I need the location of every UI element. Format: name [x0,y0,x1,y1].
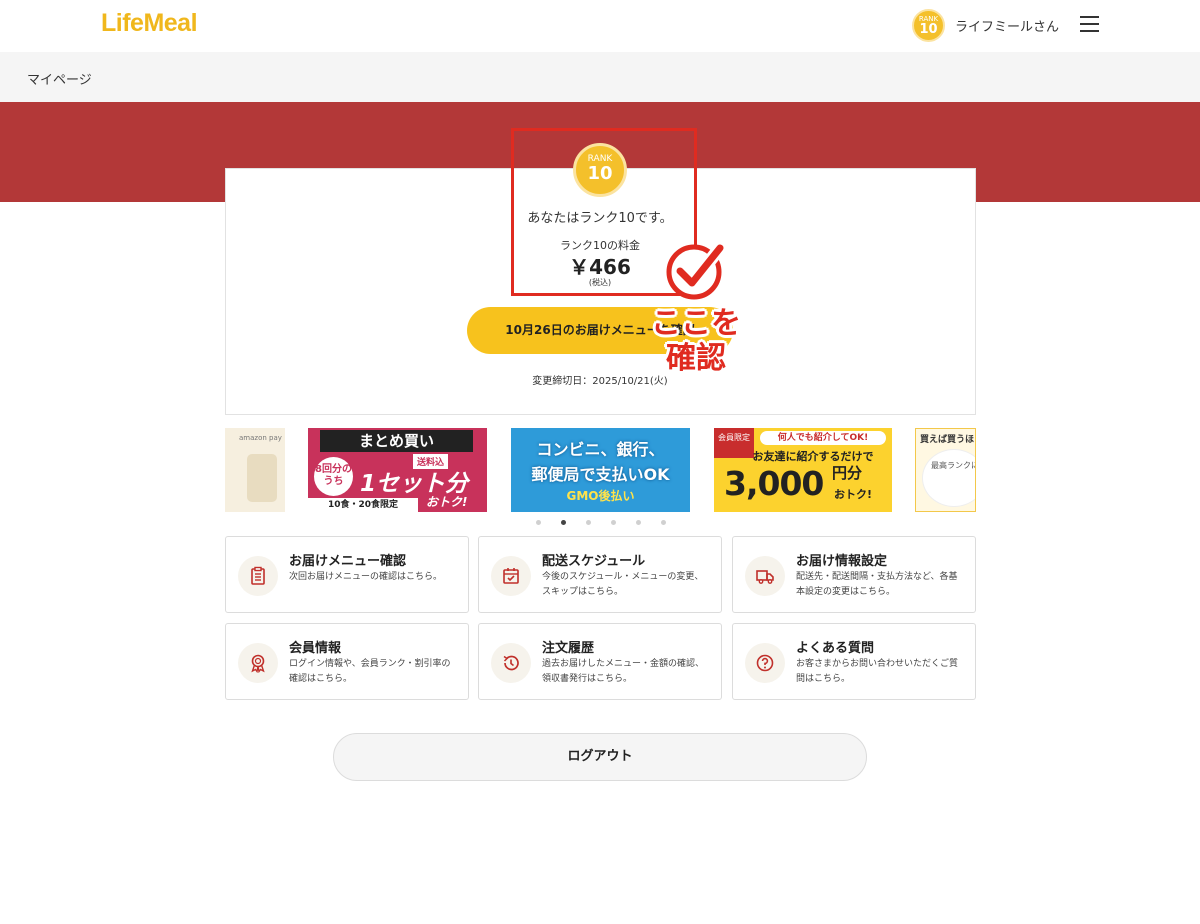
tile-title: 注文履歴 [542,641,595,656]
carousel-dot[interactable] [611,520,616,525]
change-deadline: 変更締切日：2025/10/21(火) [532,376,668,387]
tile-order-history[interactable]: 注文履歴 過去お届けしたメニュー・金額の確認、領収書発行はこちら。 [478,623,722,700]
logout-button[interactable]: ログアウト [333,733,867,781]
tile-delivery-settings[interactable]: お届け情報設定 配送先・配送間隔・支払方法など、各基本設定の変更はこちら。 [732,536,976,613]
rank-badge-number: 10 [919,22,938,37]
breadcrumb-bar: マイページ [0,52,1200,102]
header-rank-badge: RANK 10 [912,9,945,42]
calendar-check-icon [503,568,519,584]
tile-description: 過去お届けしたメニュー・金額の確認、領収書発行はこちら。 [542,659,705,684]
tile-title: よくある質問 [796,641,875,656]
tile-description: ログイン情報や、会員ランク・割引率の確認はこちら。 [289,659,451,684]
tile-description: 次回お届けメニューの確認はこちら。 [289,572,443,582]
banner-carousel[interactable]: amazon pay まとめ買い 8回分のうち 送料込 1セット分 10食・20… [225,428,976,512]
award-icon [251,654,265,673]
banner-friend-referral[interactable]: 会員限定 何人でも紹介してOK! お友達に紹介するだけで 3,000 円分 おト… [714,428,892,512]
annotation-text: ここを確認 [651,306,741,376]
carousel-dot[interactable] [586,520,591,525]
tile-description: お客さまからお問い合わせいただくご質問はこちら。 [796,659,959,684]
logo[interactable]: LifeMeal [101,9,198,38]
carousel-dot-active[interactable] [561,520,566,525]
username[interactable]: ライフミールさん [955,16,1059,35]
clipboard-list-icon [251,566,265,585]
banner-kaeba[interactable]: 買えば買うほど 最高ランクになると1食あたり [915,428,976,512]
tile-member-info[interactable]: 会員情報 ログイン情報や、会員ランク・割引率の確認はこちら。 [225,623,469,700]
carousel-dots [536,520,666,526]
banner-matome[interactable]: まとめ買い 8回分のうち 送料込 1セット分 10食・20食限定 おトク! [308,428,487,512]
tile-title: お届けメニュー確認 [289,554,407,569]
tile-title: 会員情報 [289,641,342,656]
banner-circle-text: 最高ランクになると1食あたり [922,449,975,507]
tile-description: 今後のスケジュール・メニューの変更、スキップはこちら。 [542,572,704,597]
banner-unit: 円分 [832,464,863,482]
banner-line2: 郵便局で支払いOK [531,465,670,484]
tile-description: 配送先・配送間隔・支払方法など、各基本設定の変更はこちら。 [796,572,958,597]
tile-delivery-menu[interactable]: お届けメニュー確認 次回お届けメニューの確認はこちら。 [225,536,469,613]
banner-title: 買えば買うほど [920,435,975,445]
site-header: LifeMeal RANK 10 ライフミールさん [0,0,1200,52]
breadcrumb: マイページ [27,73,92,88]
tile-title: お届け情報設定 [796,554,888,569]
banner-gmo: GMO後払い [566,489,635,503]
banner-foot-text: 10食・20食限定 [308,498,418,512]
banner-line1: コンビニ、銀行、 [536,440,665,459]
carousel-dot[interactable] [636,520,641,525]
tile-title: 配送スケジュール [542,554,646,569]
phone-icon [247,454,277,502]
tile-delivery-schedule[interactable]: 配送スケジュール 今後のスケジュール・メニューの変更、スキップはこちら。 [478,536,722,613]
banner-convenience[interactable]: コンビニ、銀行、 郵便局で支払いOK GMO後払い [511,428,690,512]
question-icon [756,654,774,672]
banner-amount: 3,000 [724,464,824,503]
banner-amazon-pay[interactable]: amazon pay [225,428,285,512]
banner-line1: 何人でも紹介してOK! [760,431,886,445]
banner-text: amazon pay [239,434,282,442]
hamburger-menu-icon[interactable] [1080,16,1099,32]
carousel-dot[interactable] [661,520,666,525]
banner-title: まとめ買い [320,430,473,452]
banner-otoku-text: おトク! [426,495,468,509]
carousel-dot[interactable] [536,520,541,525]
check-mark-icon [666,241,727,300]
banner-line2: お友達に紹介するだけで [752,450,874,463]
banner-circle-text: 8回分のうち [314,457,353,496]
truck-icon [756,570,774,584]
history-icon [503,655,519,671]
banner-otoku: おトク! [834,488,873,501]
tile-faq[interactable]: よくある質問 お客さまからお問い合わせいただくご質問はこちら。 [732,623,976,700]
